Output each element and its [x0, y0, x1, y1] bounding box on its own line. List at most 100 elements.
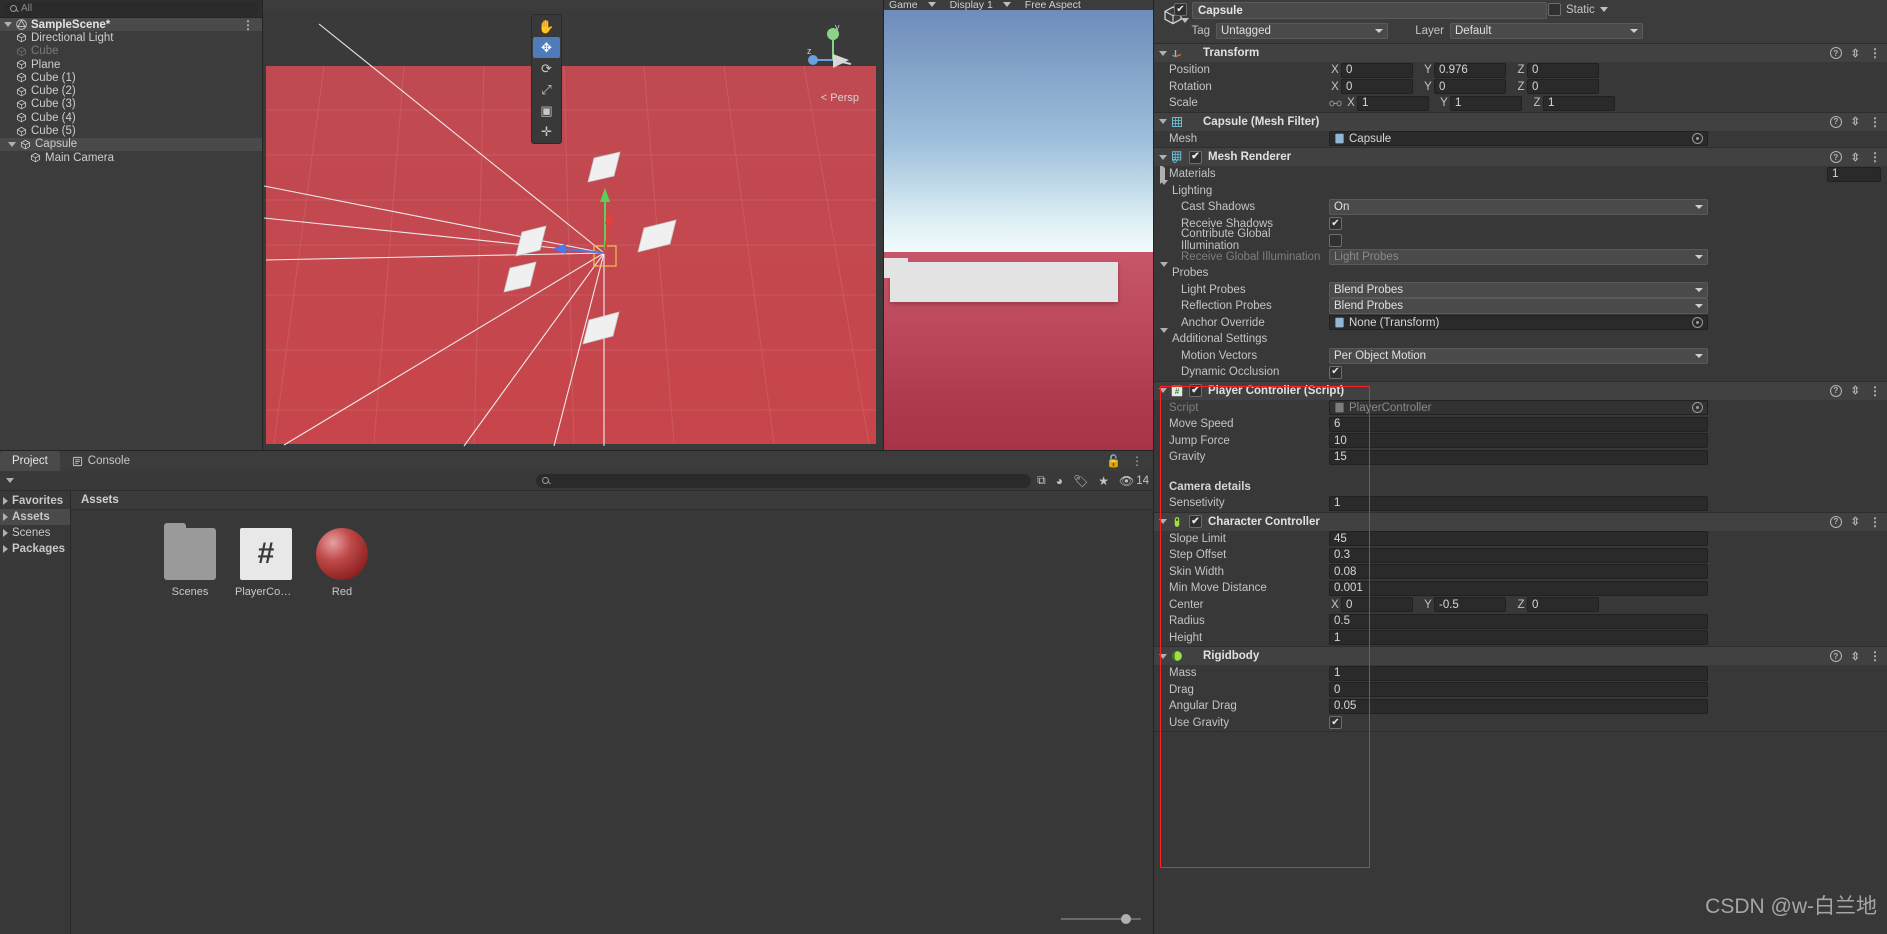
slider-knob[interactable] — [1121, 914, 1131, 924]
game-view-tabs[interactable]: Game Display 1 Free Aspect — [885, 0, 1081, 11]
property-row-receive-global-illumination[interactable]: Receive Global Illumination Light Probes — [1154, 248, 1887, 266]
property-row-move-speed[interactable]: Move Speed 6 — [1154, 416, 1887, 433]
property-row-motion-vectors[interactable]: Motion Vectors Per Object Motion — [1154, 347, 1887, 365]
dropdown[interactable]: Light Probes — [1329, 248, 1708, 265]
property-row-radius[interactable]: Radius 0.5 — [1154, 613, 1887, 630]
project-tree-item-scenes[interactable]: Scenes — [0, 525, 70, 541]
hierarchy-item-main-camera[interactable]: Main Camera — [0, 151, 262, 164]
property-row-materials[interactable]: Materials 1 — [1154, 164, 1887, 185]
asset-item-playercont[interactable]: # PlayerCont... — [235, 528, 297, 598]
property-row-mesh[interactable]: Mesh Capsule — [1154, 131, 1887, 148]
preset-icon[interactable]: ⇳ — [1851, 515, 1860, 528]
gameobject-enabled-checkbox[interactable] — [1174, 3, 1187, 16]
scene-view[interactable]: ✋ ✥ ⟳ ⤢ ▣ ✛ y z < Persp — [263, 0, 883, 450]
hierarchy-item-plane[interactable]: Plane — [0, 58, 262, 71]
array-size-input[interactable]: 1 — [1827, 166, 1881, 182]
property-row-script[interactable]: Script PlayerController — [1154, 400, 1887, 417]
property-row-dynamic-occlusion[interactable]: Dynamic Occlusion — [1154, 364, 1887, 381]
scene-projection-label[interactable]: < Persp — [821, 92, 859, 104]
chevron-down-icon[interactable] — [1159, 119, 1167, 124]
component-header-transform[interactable]: Transform? ⇳ ⋮ — [1154, 44, 1887, 62]
number-input[interactable]: 0.3 — [1329, 547, 1708, 563]
chevron-down-icon[interactable] — [1160, 179, 1168, 197]
layer-dropdown[interactable]: Default — [1450, 23, 1643, 39]
hidden-items-icon[interactable]: 👁 — [1119, 474, 1134, 488]
help-icon[interactable]: ? — [1829, 650, 1842, 662]
hierarchy-scene-row[interactable]: SampleScene* ⋮ — [0, 18, 262, 32]
project-asset-browser[interactable]: Assets Scenes # PlayerCont... Red — [71, 491, 1153, 934]
asset-filter-icon[interactable]: ◕ — [1056, 474, 1063, 488]
property-row-slope-limit[interactable]: Slope Limit 45 — [1154, 531, 1887, 548]
transform-tool[interactable]: ✛ — [533, 121, 560, 142]
hierarchy-item-cube-3[interactable]: Cube (3) — [0, 98, 262, 111]
project-toolbar[interactable]: ⧉ ◕ 🏷 ★ 👁 14 — [0, 471, 1153, 491]
chevron-down-icon[interactable] — [1159, 519, 1167, 524]
open-in-new-window-icon[interactable]: ⧉ — [1037, 473, 1046, 488]
component-header-mesh-renderer[interactable]: Mesh Renderer? ⇳ ⋮ — [1154, 148, 1887, 166]
help-icon[interactable]: ? — [1829, 151, 1842, 163]
static-checkbox[interactable] — [1548, 3, 1561, 16]
component-enabled-checkbox[interactable] — [1189, 384, 1202, 397]
object-field[interactable]: Capsule — [1329, 131, 1708, 147]
component-menu-icon[interactable]: ⋮ — [1869, 116, 1881, 128]
preset-icon[interactable]: ⇳ — [1851, 151, 1860, 164]
chevron-down-icon[interactable] — [1159, 50, 1167, 56]
property-row-sensetivity[interactable]: Sensetivity 1 — [1154, 495, 1887, 512]
y-input[interactable]: -0.5 — [1434, 597, 1506, 613]
asset-item-scenes[interactable]: Scenes — [159, 523, 221, 598]
scene-viewport[interactable] — [264, 10, 882, 450]
property-row-reflection-probes[interactable]: Reflection Probes Blend Probes — [1154, 298, 1887, 315]
x-input[interactable]: 0 — [1341, 597, 1413, 613]
breadcrumb[interactable]: Assets — [71, 491, 1153, 510]
vector3-field[interactable]: X1Y1Z1 — [1329, 95, 1624, 111]
checkbox[interactable] — [1329, 233, 1342, 247]
favorites-star-icon[interactable]: ★ — [1098, 474, 1109, 488]
object-field[interactable]: None (Transform) — [1329, 315, 1708, 331]
chevron-right-icon[interactable] — [3, 529, 8, 537]
hierarchy-item-capsule[interactable]: Capsule — [0, 137, 262, 151]
dropdown[interactable]: Blend Probes — [1329, 281, 1708, 298]
component-menu-icon[interactable]: ⋮ — [1869, 650, 1881, 662]
asset-item-red[interactable]: Red — [311, 528, 373, 598]
property-row-additional-settings[interactable]: Additional Settings — [1154, 328, 1887, 348]
hierarchy-item-directional-light[interactable]: Directional Light — [0, 31, 262, 44]
help-icon[interactable]: ? — [1829, 115, 1842, 128]
y-input[interactable]: 1 — [1450, 95, 1522, 111]
property-row-light-probes[interactable]: Light Probes Blend Probes — [1154, 281, 1887, 299]
z-input[interactable]: 0 — [1527, 62, 1599, 78]
hierarchy-menu-icon[interactable]: ⋮ — [242, 19, 254, 31]
z-input[interactable]: 0 — [1527, 597, 1599, 613]
vector3-field[interactable]: X0Y0Z0 — [1329, 79, 1608, 95]
rect-tool[interactable]: ▣ — [533, 100, 560, 121]
number-input[interactable]: 0 — [1329, 682, 1708, 698]
hierarchy-item-cube-1[interactable]: Cube (1) — [0, 71, 262, 84]
static-toggle[interactable]: Static — [1548, 3, 1612, 16]
chevron-down-icon[interactable] — [6, 478, 14, 483]
hierarchy-item-cube[interactable]: Cube — [0, 45, 262, 58]
number-input[interactable]: 1 — [1329, 630, 1708, 646]
number-input[interactable]: 10 — [1329, 433, 1708, 449]
property-row-anchor-override[interactable]: Anchor Override None (Transform) — [1154, 315, 1887, 332]
component-header-player-controller-script[interactable]: # Player Controller (Script)? ⇳ ⋮ — [1154, 381, 1887, 400]
help-icon[interactable]: ? — [1829, 384, 1842, 397]
property-row-contribute-global-illumination[interactable]: Contribute Global Illumination — [1154, 228, 1887, 252]
y-input[interactable]: 0 — [1434, 79, 1506, 95]
x-input[interactable]: 1 — [1357, 95, 1429, 111]
chevron-right-icon[interactable] — [3, 497, 8, 505]
vector3-field[interactable]: X 0 Y -0.5 Z 0 — [1329, 597, 1608, 613]
number-input[interactable]: 0.08 — [1329, 564, 1708, 580]
property-row-height[interactable]: Height 1 — [1154, 630, 1887, 647]
number-input[interactable]: 0.5 — [1329, 613, 1708, 629]
hierarchy-item-cube-4[interactable]: Cube (4) — [0, 111, 262, 124]
chevron-down-icon[interactable] — [1159, 388, 1167, 393]
asset-size-slider[interactable] — [1061, 913, 1141, 925]
number-input[interactable]: 0.05 — [1329, 698, 1708, 714]
help-icon[interactable]: ? — [1829, 515, 1842, 528]
number-input[interactable]: 15 — [1329, 449, 1708, 465]
object-picker-icon[interactable] — [1692, 402, 1703, 414]
checkbox[interactable] — [1329, 716, 1342, 730]
x-input[interactable]: 0 — [1341, 62, 1413, 78]
dropdown[interactable]: Blend Probes — [1329, 298, 1708, 315]
component-header-rigidbody[interactable]: Rigidbody? ⇳ ⋮ — [1154, 647, 1887, 665]
move-tool[interactable]: ✥ — [533, 37, 560, 58]
